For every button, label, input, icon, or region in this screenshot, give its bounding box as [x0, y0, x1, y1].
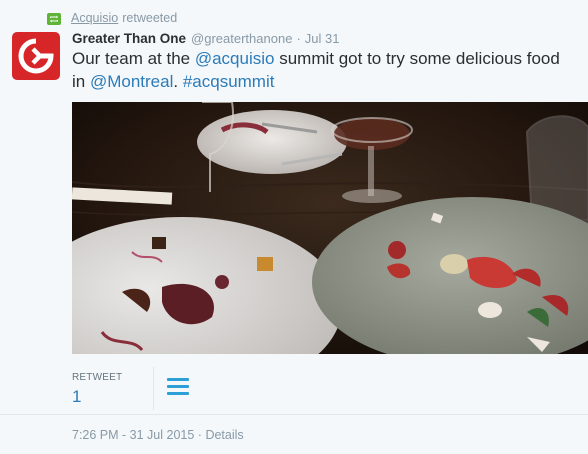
retweet-label: retweeted [122, 11, 178, 25]
details-link[interactable]: Details [205, 428, 243, 442]
retweet-stat[interactable]: RETWEET 1 [72, 372, 122, 407]
retweet-count[interactable]: 1 [72, 387, 122, 407]
footer-separator: · [197, 428, 202, 442]
stats-divider [153, 367, 154, 410]
author-display-name[interactable]: Greater Than One [72, 31, 186, 46]
retweet-stat-label: RETWEET [72, 372, 123, 383]
retweeter-link[interactable]: Acquisio [71, 11, 118, 25]
header-separator: · [296, 31, 301, 46]
tweet-date[interactable]: Jul 31 [305, 31, 340, 46]
tweet-text-part: . [173, 72, 183, 91]
avatar[interactable] [12, 32, 60, 80]
tweet: Acquisio retweeted Greater Than One @gre… [0, 0, 588, 454]
hamburger-icon[interactable] [167, 378, 189, 396]
tweet-text: Our team at the @acquisio summit got to … [72, 47, 577, 93]
tweet-text-part: Our team at the [72, 49, 195, 68]
greater-than-one-logo [18, 38, 54, 74]
retweet-context: Acquisio retweeted [47, 10, 177, 26]
mention-montreal[interactable]: @Montreal [90, 72, 173, 91]
tweet-footer: 7:26 PM - 31 Jul 2015 · Details [72, 428, 244, 442]
author-screen-name[interactable]: @greaterthanone [191, 31, 292, 46]
retweet-icon [47, 12, 61, 25]
tweet-photo[interactable] [72, 102, 588, 354]
mention-acquisio[interactable]: @acquisio [195, 49, 275, 68]
footer-divider [0, 414, 588, 415]
hashtag-acqsummit[interactable]: #acqsummit [183, 72, 275, 91]
tweet-timestamp[interactable]: 7:26 PM - 31 Jul 2015 [72, 428, 194, 442]
